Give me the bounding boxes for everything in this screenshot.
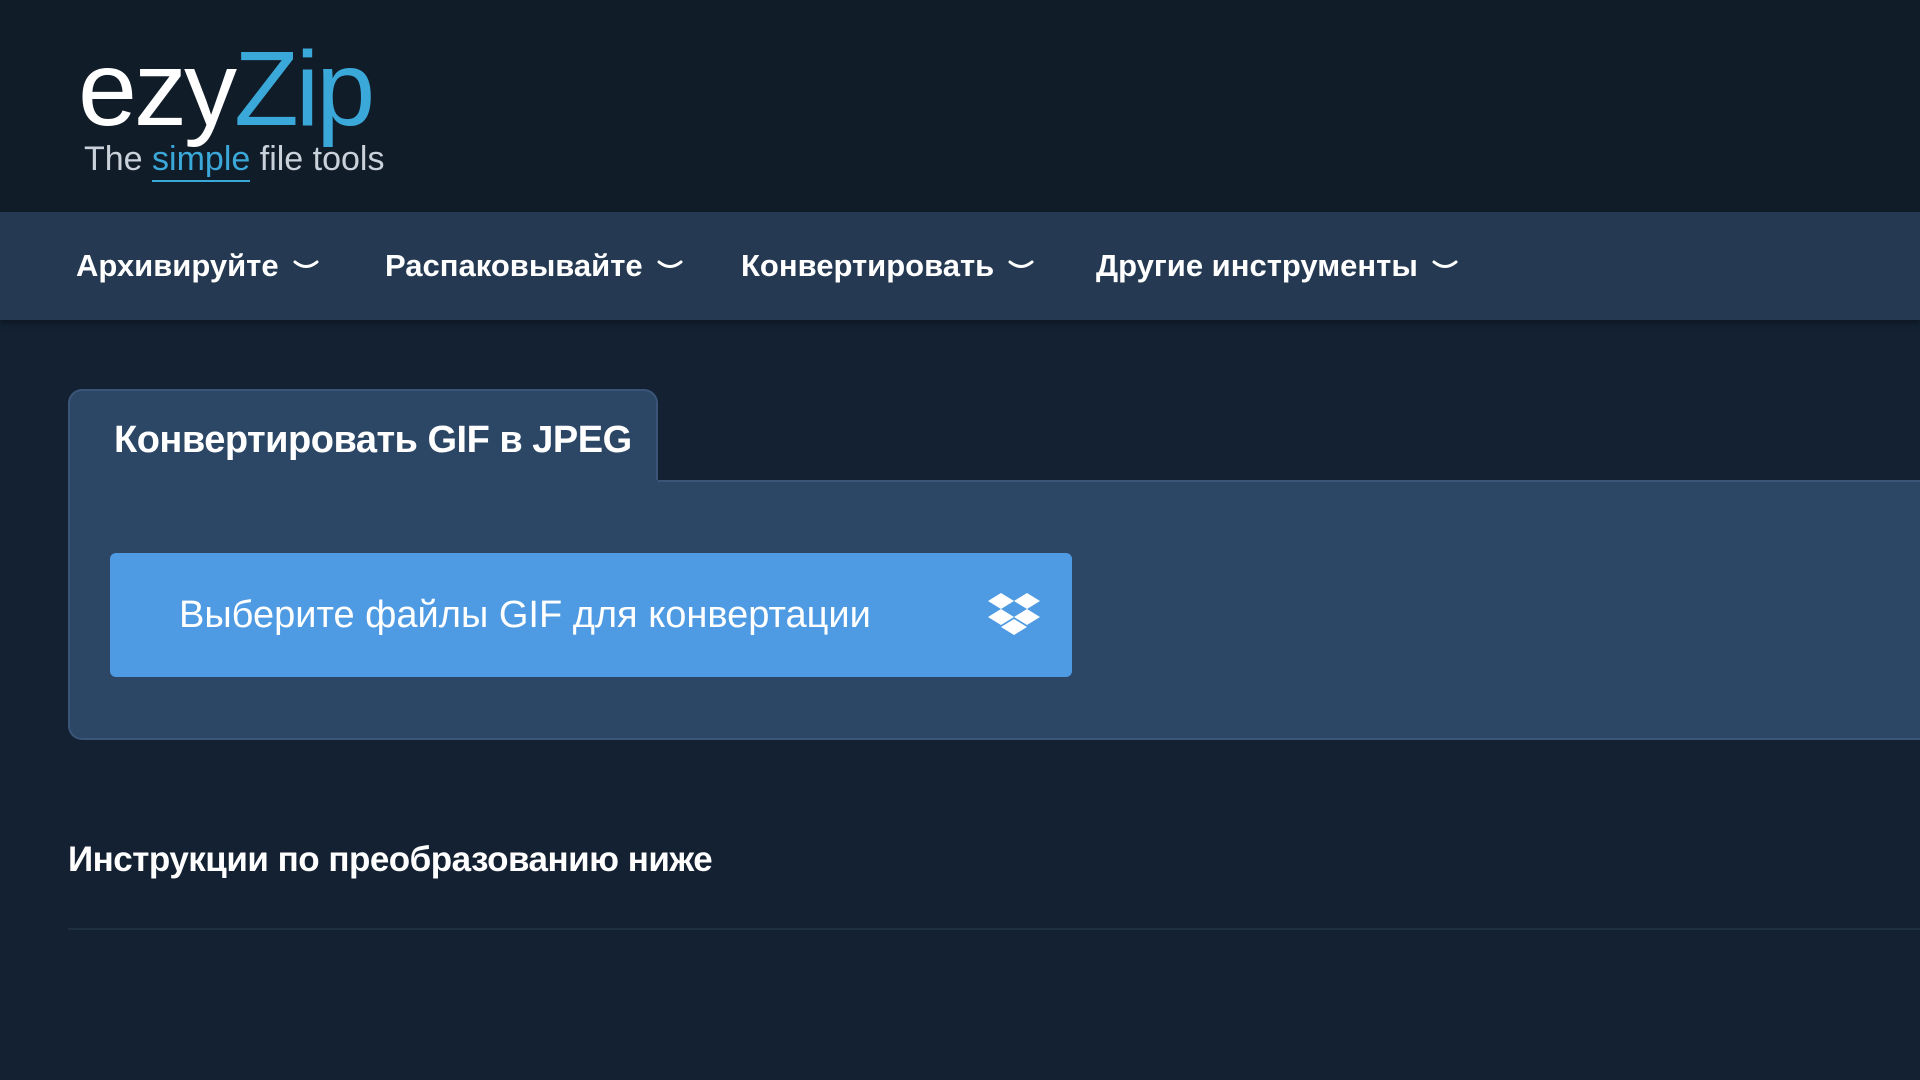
- logo-zip: Zip: [233, 30, 375, 148]
- logo-ezy: ezy: [78, 30, 237, 148]
- select-files-label: Выберите файлы GIF для конвертации: [179, 594, 871, 636]
- nav-item-archive[interactable]: Архивируйте: [76, 212, 319, 320]
- tab-join: [70, 470, 656, 490]
- dropbox-icon: [988, 593, 1040, 635]
- select-files-button[interactable]: Выберите файлы GIF для конвертации: [110, 553, 1072, 677]
- ezyzip-logo[interactable]: ezyZip The simple file tools: [78, 24, 408, 194]
- site-header: ezyZip The simple file tools: [0, 0, 1920, 212]
- instructions-heading: Инструкции по преобразованию ниже: [68, 840, 713, 879]
- chevron-down-icon: [657, 260, 683, 268]
- nav-label: Архивируйте: [76, 248, 279, 283]
- main-nav: Архивируйте Распаковывайте Конвертироват…: [0, 212, 1920, 320]
- tagline-simple: simple: [152, 140, 251, 182]
- nav-item-extract[interactable]: Распаковывайте: [385, 212, 683, 320]
- nav-label: Конвертировать: [741, 248, 995, 283]
- chevron-down-icon: [293, 260, 319, 268]
- nav-item-convert[interactable]: Конвертировать: [741, 212, 1034, 320]
- divider: [68, 928, 1920, 930]
- chevron-down-icon: [1008, 260, 1034, 268]
- dropbox-button[interactable]: [988, 589, 1040, 641]
- nav-label: Другие инструменты: [1096, 248, 1418, 283]
- logo-tagline: The simple file tools: [84, 140, 385, 182]
- tagline-pre: The: [84, 140, 153, 178]
- logo-wordmark: ezyZip: [78, 24, 375, 154]
- tagline-post: file tools: [250, 140, 385, 178]
- nav-label: Распаковывайте: [385, 248, 643, 283]
- nav-item-other-tools[interactable]: Другие инструменты: [1096, 212, 1458, 320]
- panel-border: [658, 480, 1920, 482]
- chevron-down-icon: [1432, 260, 1458, 268]
- converter-title: Конвертировать GIF в JPEG: [114, 419, 632, 461]
